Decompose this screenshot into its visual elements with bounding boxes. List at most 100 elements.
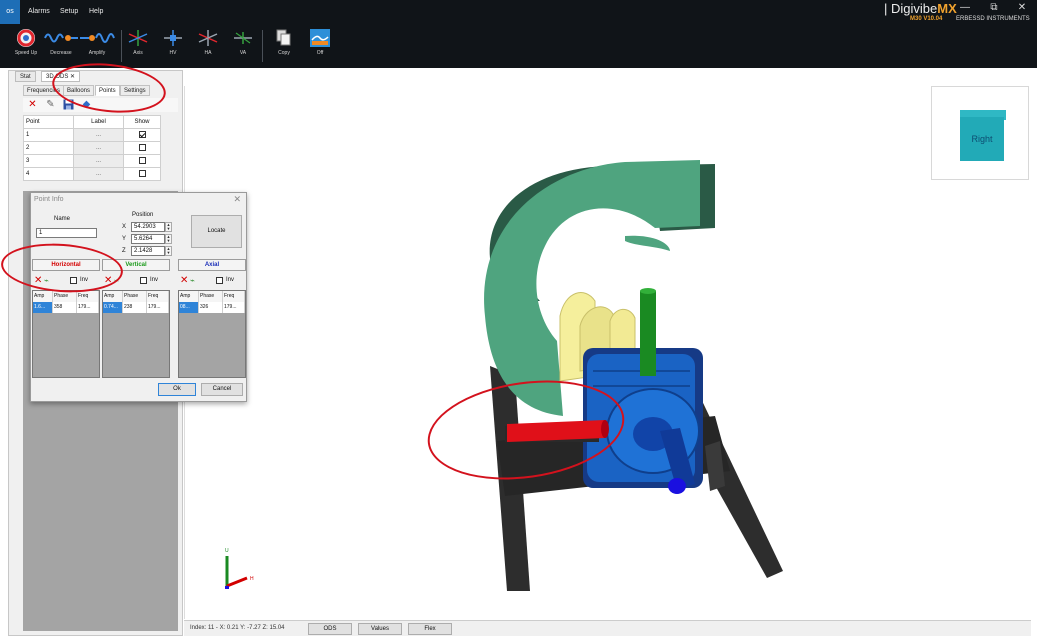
speed-up-button[interactable]: Speed Up: [7, 28, 45, 66]
y-stepper[interactable]: ▲ ▼: [165, 234, 172, 244]
x-field[interactable]: 54.2903: [131, 222, 165, 232]
close-icon[interactable]: ✕: [233, 194, 241, 205]
ribbon-separator: [262, 30, 263, 62]
menu-setup[interactable]: Setup: [60, 0, 78, 24]
show-checkbox[interactable]: [138, 131, 146, 139]
column-header-phase: Phase: [53, 291, 77, 302]
axial-values-grid: Amp Phase Freq 08... 326 179...: [178, 290, 246, 378]
name-field[interactable]: 1: [36, 228, 97, 238]
z-label: Z: [122, 248, 126, 254]
y-label: Y: [122, 236, 127, 242]
y-field[interactable]: 5.6264: [131, 234, 165, 244]
invert-checkbox[interactable]: [216, 277, 223, 284]
x-stepper[interactable]: ▲ ▼: [165, 222, 172, 232]
column-header-phase: Phase: [123, 291, 147, 302]
horizontal-values-grid: Amp Phase Freq 1.6... 358 179...: [32, 290, 100, 378]
invert-checkbox[interactable]: [140, 277, 147, 284]
menubar: os Alarms Setup Help | DigivibeMX M30 V1…: [0, 0, 1037, 24]
freq-value: 179...: [77, 302, 99, 313]
point-label-button[interactable]: ...: [73, 128, 124, 142]
delete-icon[interactable]: ✕: [27, 99, 38, 110]
table-row[interactable]: 0.74... 238 179...: [103, 302, 169, 313]
z-field[interactable]: 2.1428: [131, 246, 165, 256]
axis-gizmo-up-label: U: [225, 548, 229, 554]
off-button[interactable]: Off: [301, 28, 339, 66]
ha-button[interactable]: HA: [189, 28, 227, 66]
freq-value: 179...: [223, 302, 245, 313]
axial-header[interactable]: Axial: [178, 259, 246, 271]
delete-icon[interactable]: ✕: [180, 274, 188, 287]
point-label-button[interactable]: ...: [73, 167, 124, 181]
wave-icon[interactable]: ⌁: [190, 274, 195, 287]
column-header-point: Point: [23, 115, 74, 129]
freq-value: 179...: [147, 302, 169, 313]
vertical-arrow: [640, 291, 656, 376]
point-number: 1: [23, 128, 74, 142]
copy-button[interactable]: Copy: [265, 28, 303, 66]
axis-gizmo-right-label: H: [250, 576, 254, 582]
ods-button[interactable]: ODS: [308, 623, 352, 635]
grid-header-row: Amp Phase Freq: [33, 291, 99, 302]
minimize-icon[interactable]: —: [958, 2, 972, 14]
speed-up-icon: [17, 29, 35, 47]
axial-arrow: [668, 478, 686, 494]
close-icon[interactable]: ✕: [1015, 2, 1029, 14]
amp-value: 08...: [179, 302, 199, 313]
column-header-label: Label: [73, 115, 124, 129]
view-cube-face[interactable]: Right: [960, 117, 1004, 161]
table-row[interactable]: 1.6... 358 179...: [33, 302, 99, 313]
restore-icon[interactable]: ⧉: [987, 2, 1001, 14]
hv-button[interactable]: HV: [154, 28, 192, 66]
table-row[interactable]: 1 ...: [23, 128, 161, 142]
values-button[interactable]: Values: [358, 623, 402, 635]
table-header-row: Point Label Show: [23, 115, 161, 129]
column-header-amp: Amp: [33, 291, 53, 302]
amplify-icon: [80, 33, 115, 43]
show-checkbox[interactable]: [138, 170, 146, 178]
vertical-values-grid: Amp Phase Freq 0.74... 238 179...: [102, 290, 170, 378]
axis-button[interactable]: Axis: [119, 28, 157, 66]
show-checkbox[interactable]: [138, 144, 146, 152]
brand-logo: | DigivibeMX M30 V10.04 ERBESSD INSTRUME…: [872, 0, 1037, 24]
hv-icon: [164, 30, 182, 46]
table-row[interactable]: 2 ...: [23, 141, 161, 155]
flex-button[interactable]: Flex: [408, 623, 452, 635]
points-table: Point Label Show 1 ... 2 ... 3 ... 4 ...: [23, 115, 161, 181]
point-label-button[interactable]: ...: [73, 154, 124, 168]
ok-button[interactable]: Ok: [158, 383, 196, 396]
table-row[interactable]: 3 ...: [23, 154, 161, 168]
column-header-freq: Freq: [77, 291, 99, 302]
table-row[interactable]: 08... 326 179...: [179, 302, 245, 313]
cancel-button[interactable]: Cancel: [201, 383, 243, 396]
grid-header-row: Amp Phase Freq: [103, 291, 169, 302]
dialog-title: Point Info: [34, 196, 64, 203]
x-label: X: [122, 224, 127, 230]
3d-model: U H: [225, 160, 783, 591]
inv-label: Inv: [226, 277, 235, 283]
view-cube[interactable]: Right: [931, 86, 1029, 180]
locate-button[interactable]: Locate: [191, 215, 242, 248]
tab-stat[interactable]: Stat: [15, 71, 36, 82]
grid-header-row: Amp Phase Freq: [179, 291, 245, 302]
vertical-arrow-top: [640, 288, 656, 294]
decrease-button[interactable]: Decrease: [42, 28, 80, 66]
axis-gizmo-right: [226, 576, 248, 588]
3d-viewport[interactable]: U H Right: [184, 86, 1031, 619]
position-label: Position: [132, 212, 154, 218]
os-button[interactable]: os: [0, 0, 20, 24]
z-stepper[interactable]: ▲ ▼: [165, 246, 172, 256]
point-label-button[interactable]: ...: [73, 141, 124, 155]
va-button[interactable]: VA: [224, 28, 262, 66]
copy-icon: [276, 29, 291, 46]
table-row[interactable]: 4 ...: [23, 167, 161, 181]
menu-help[interactable]: Help: [89, 0, 103, 24]
amplify-button[interactable]: Amplify: [78, 28, 116, 66]
show-checkbox[interactable]: [138, 157, 146, 165]
edit-icon[interactable]: ✎: [45, 99, 56, 110]
ha-icon: [198, 30, 218, 46]
menu-alarms[interactable]: Alarms: [28, 0, 50, 24]
fan-outlet-lip: [625, 235, 670, 251]
inv-label: Inv: [150, 277, 159, 283]
brand-version: M30 V10.04: [910, 16, 943, 22]
show-cell: [123, 154, 161, 168]
